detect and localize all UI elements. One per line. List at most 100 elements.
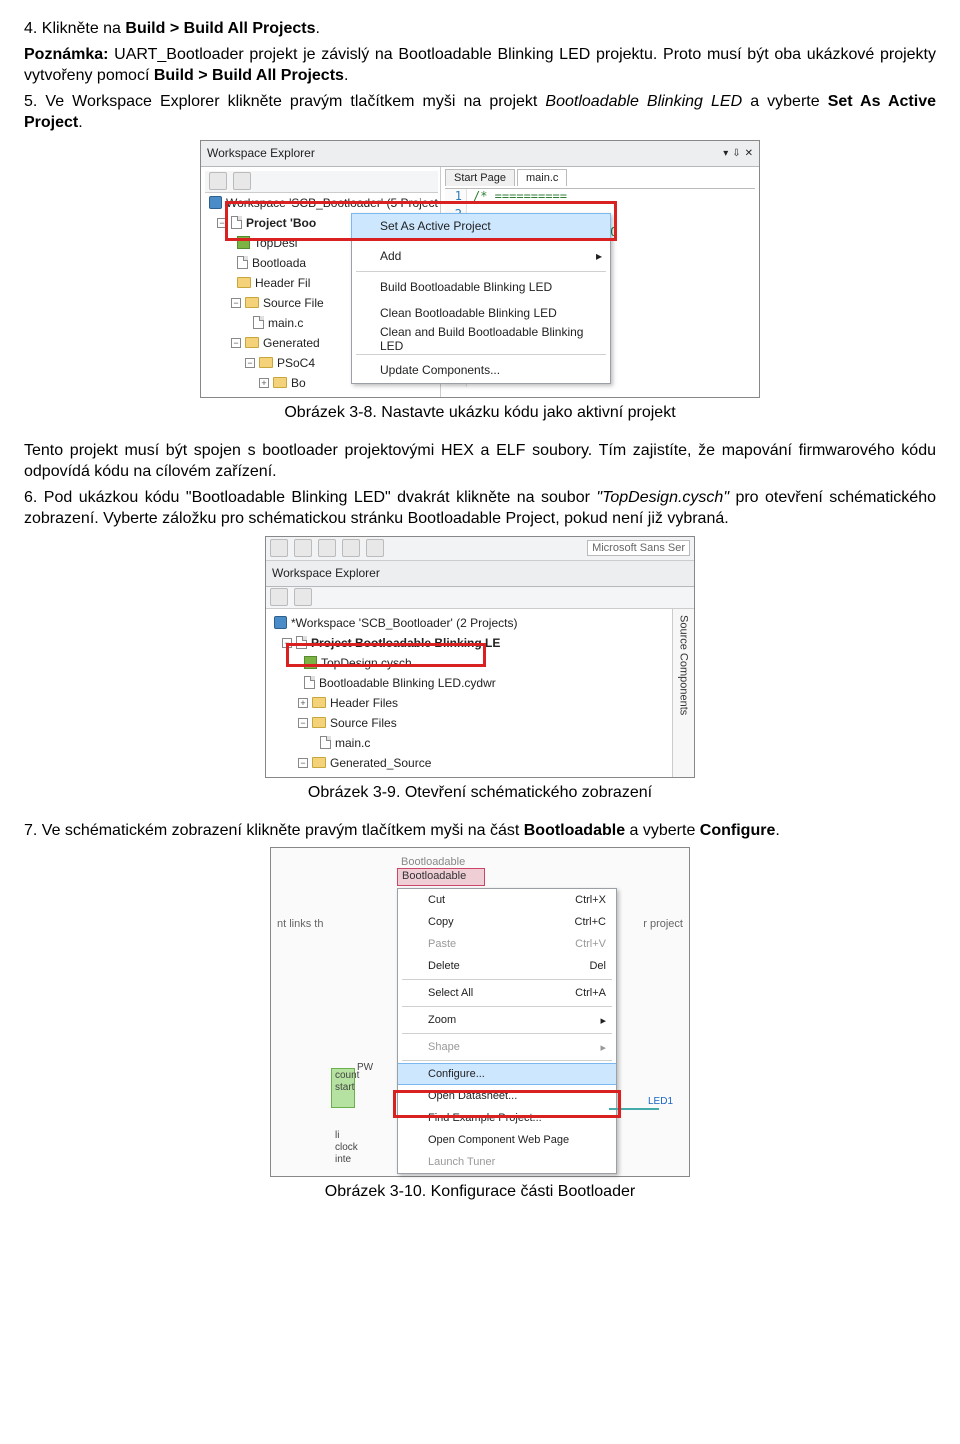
- collapse-icon[interactable]: −: [298, 758, 308, 768]
- step-6: 6. Pod ukázkou kódu "Bootloadable Blinki…: [24, 487, 936, 530]
- expand-icon[interactable]: +: [298, 698, 308, 708]
- project-icon: [296, 636, 307, 649]
- fig2-frame: Microsoft Sans Ser Workspace Explorer *W…: [265, 536, 695, 778]
- collapse-icon[interactable]: −: [298, 718, 308, 728]
- ctx-cut[interactable]: CutCtrl+X: [398, 889, 616, 911]
- figure-3-8: Workspace Explorer ▾ ⇩ ✕ Workspace 'SCB_…: [24, 140, 936, 398]
- collapse-icon[interactable]: −: [231, 298, 241, 308]
- ctx-configure[interactable]: Configure...: [398, 1063, 616, 1085]
- s4-noteL: Poznámka:: [24, 46, 108, 63]
- bootloadable-component[interactable]: Bootloadable: [397, 868, 485, 886]
- tool-btn[interactable]: [342, 539, 360, 557]
- ws-tree: *Workspace 'SCB_Bootloader' (2 Projects)…: [266, 609, 672, 777]
- ws-root[interactable]: *Workspace 'SCB_Bootloader' (2 Projects): [270, 613, 668, 633]
- tree-mainc-label: main.c: [268, 316, 303, 330]
- tree-source-files[interactable]: − Source Files: [270, 713, 668, 733]
- fig1-frame: Workspace Explorer ▾ ⇩ ✕ Workspace 'SCB_…: [200, 140, 760, 398]
- folder-icon: [245, 337, 259, 348]
- ws-root[interactable]: Workspace 'SCB_Bootloader' (5 Projects): [205, 193, 438, 213]
- tab-start-page[interactable]: Start Page: [445, 169, 515, 186]
- ctx-open-web[interactable]: Open Component Web Page: [398, 1129, 616, 1151]
- ws-root-label: Workspace 'SCB_Bootloader' (5 Projects): [226, 196, 438, 210]
- menu-separator: [356, 271, 606, 272]
- s4-post2: .: [344, 67, 348, 84]
- s4-pre: 4. Klikněte na: [24, 20, 125, 37]
- ctx-find-example[interactable]: Find Example Project...: [398, 1107, 616, 1129]
- tree-project[interactable]: − Project Bootloadable Blinking LE: [270, 633, 668, 653]
- collapse-icon[interactable]: −: [282, 638, 292, 648]
- tree-topdesign-label: TopDesi: [254, 236, 297, 250]
- folder-icon: [245, 297, 259, 308]
- ctx-build[interactable]: Build Bootloadable Blinking LED: [352, 274, 610, 300]
- tree-hf-label: Header Files: [330, 696, 398, 710]
- step-4: 4. Klikněte na Build > Build All Project…: [24, 18, 936, 40]
- s7-b1: Bootloadable: [524, 822, 625, 839]
- s7-pre: 7. Ve schématickém zobrazení klikněte pr…: [24, 822, 524, 839]
- ctx-select-all[interactable]: Select AllCtrl+A: [398, 982, 616, 1004]
- project-icon: [231, 216, 242, 229]
- s6-it: "TopDesign.cysch": [596, 489, 729, 506]
- ctx-clean-build[interactable]: Clean and Build Bootloadable Blinking LE…: [352, 326, 610, 352]
- ctx-add[interactable]: Add▸: [352, 243, 610, 269]
- tool-btn[interactable]: [233, 172, 251, 190]
- ctx-paste: PasteCtrl+V: [398, 933, 616, 955]
- collapse-icon[interactable]: −: [231, 338, 241, 348]
- ctx-update[interactable]: Update Components...: [352, 357, 610, 383]
- tree-header-files[interactable]: + Header Files: [270, 693, 668, 713]
- menu-separator: [402, 1060, 612, 1061]
- para-8: Tento projekt musí být spojen s bootload…: [24, 440, 936, 483]
- line-num: 1: [445, 189, 467, 207]
- tree-main-c[interactable]: main.c: [270, 733, 668, 753]
- side-tabs[interactable]: Source Components: [672, 609, 694, 777]
- ws-explorer-title: Workspace Explorer: [207, 146, 315, 160]
- expand-icon[interactable]: +: [259, 378, 269, 388]
- tree-sf-label: Source File: [263, 296, 324, 310]
- tree-bo-label: Bo: [291, 376, 306, 390]
- collapse-icon[interactable]: −: [245, 358, 255, 368]
- collapse-icon[interactable]: −: [217, 218, 227, 228]
- s5-mid: a vyberte: [742, 93, 828, 110]
- step-5: 5. Ve Workspace Explorer klikněte pravým…: [24, 91, 936, 134]
- menu-separator: [356, 240, 606, 241]
- font-selector[interactable]: Microsoft Sans Ser: [587, 540, 690, 556]
- s6-pre: 6. Pod ukázkou kódu "Bootloadable Blinki…: [24, 489, 596, 506]
- menu-separator: [356, 354, 606, 355]
- ctx-launch-tuner: Launch Tuner: [398, 1151, 616, 1173]
- component-label: Bootloadable: [401, 856, 465, 868]
- folder-icon: [259, 357, 273, 368]
- menu-separator: [402, 979, 612, 980]
- tree-topdesign[interactable]: TopDesign.cysch: [270, 653, 668, 673]
- folder-icon: [312, 717, 326, 728]
- tab-main-c[interactable]: main.c: [517, 169, 567, 186]
- tree-generated[interactable]: − Generated_Source: [270, 753, 668, 773]
- ws-root-label: *Workspace 'SCB_Bootloader' (2 Projects): [291, 616, 517, 630]
- side-tab-source[interactable]: Source Components: [678, 615, 690, 715]
- tool-btn[interactable]: [294, 588, 312, 606]
- ws-toolbar: [266, 587, 694, 609]
- step-7: 7. Ve schématickém zobrazení klikněte pr…: [24, 820, 936, 842]
- s4-post: .: [316, 20, 320, 37]
- ctx-delete[interactable]: DeleteDel: [398, 955, 616, 977]
- s7-mid: a vyberte: [625, 822, 700, 839]
- caption-3-10: Obrázek 3-10. Konfigurace části Bootload…: [24, 1181, 936, 1203]
- tool-btn[interactable]: [209, 172, 227, 190]
- ctx-copy[interactable]: CopyCtrl+C: [398, 911, 616, 933]
- caption-3-9: Obrázek 3-9. Otevření schématického zobr…: [24, 782, 936, 804]
- dropdown-arrow-icon[interactable]: ▾: [723, 148, 728, 159]
- tool-btn[interactable]: [366, 539, 384, 557]
- tool-btn[interactable]: [318, 539, 336, 557]
- tool-btn[interactable]: [294, 539, 312, 557]
- ctx-set-active[interactable]: Set As Active Project: [351, 213, 611, 239]
- code-line: /* ==========: [467, 189, 567, 207]
- ctx-zoom[interactable]: Zoom▸: [398, 1009, 616, 1031]
- tool-btn[interactable]: [270, 588, 288, 606]
- pin-icon[interactable]: ⇩: [732, 148, 740, 159]
- close-icon[interactable]: ✕: [745, 148, 753, 159]
- folder-icon: [237, 277, 251, 288]
- ctx-datasheet[interactable]: Open Datasheet...: [398, 1085, 616, 1107]
- tool-btn[interactable]: [270, 539, 288, 557]
- ctx-clean[interactable]: Clean Bootloadable Blinking LED: [352, 300, 610, 326]
- tree-cydwr[interactable]: Bootloadable Blinking LED.cydwr: [270, 673, 668, 693]
- ws-explorer-header: Workspace Explorer ▾ ⇩ ✕: [201, 141, 759, 167]
- tree-hf-label: Header Fil: [255, 276, 310, 290]
